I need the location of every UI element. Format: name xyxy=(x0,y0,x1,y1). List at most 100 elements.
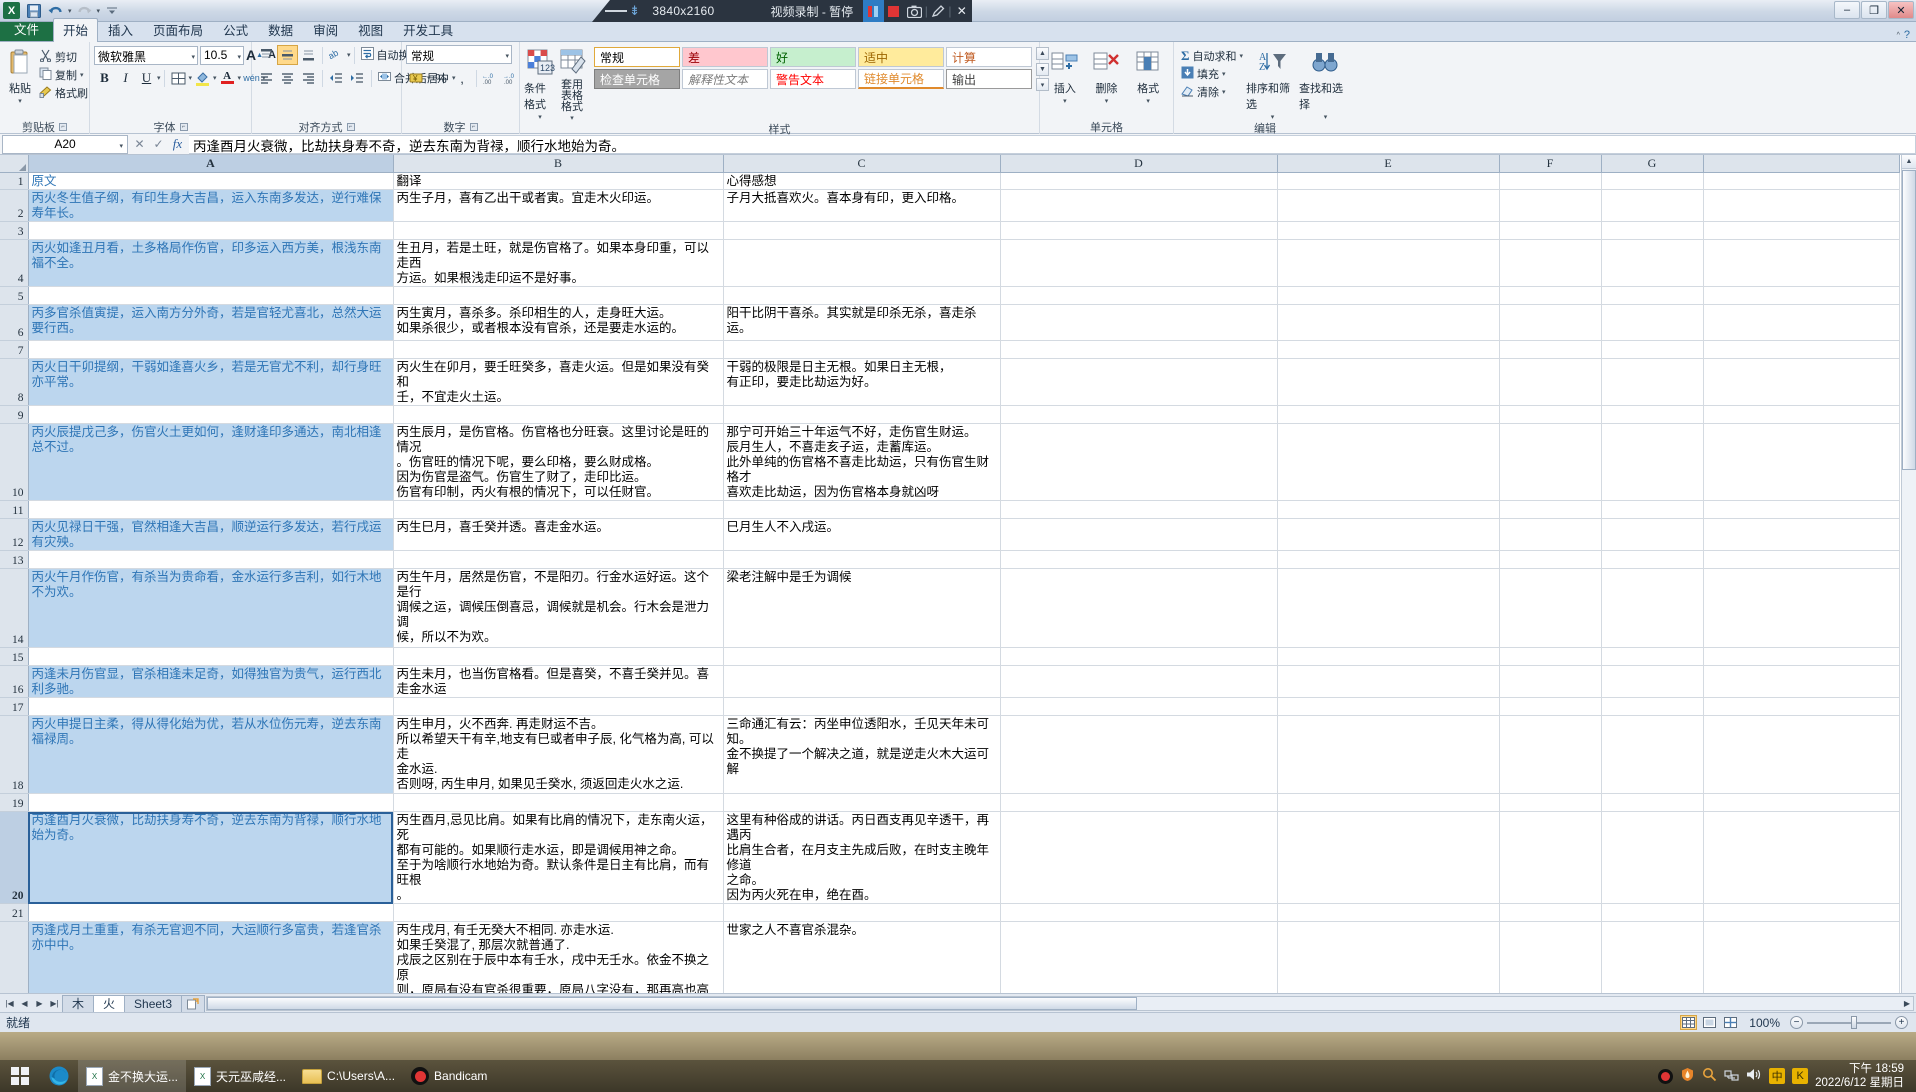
taskbar-item-bandicam[interactable]: Bandicam xyxy=(403,1060,495,1092)
row-header-22[interactable]: 22 xyxy=(0,921,29,993)
cell-E5[interactable] xyxy=(1277,286,1500,305)
cell-E14[interactable] xyxy=(1277,568,1500,648)
cell-style-neutral[interactable]: 适中 xyxy=(858,47,944,67)
cell-F11[interactable] xyxy=(1499,500,1602,519)
cell-A3[interactable] xyxy=(28,221,394,240)
cell-C8[interactable]: 干弱的极限是日主无根。如果日主无根， 有正印，要走比劫运为好。 xyxy=(723,358,1001,406)
autosum-button[interactable]: Σ 自动求和 ▾ xyxy=(1178,47,1246,65)
cell-A21[interactable] xyxy=(28,903,394,922)
row-header-12[interactable]: 12 xyxy=(0,518,29,551)
cell-G19[interactable] xyxy=(1601,793,1704,812)
cut-button[interactable]: 剪切 xyxy=(36,48,91,66)
cell-E6[interactable] xyxy=(1277,304,1500,341)
insert-cells-button[interactable]: 插入 ▾ xyxy=(1044,45,1086,105)
cell-E1[interactable] xyxy=(1277,172,1500,190)
cell-C2[interactable]: 子月大抵喜欢火。喜本身有印，更入印格。 xyxy=(723,189,1001,222)
row-header-6[interactable]: 6 xyxy=(0,304,29,341)
cell-F20[interactable] xyxy=(1499,811,1602,904)
column-header-d[interactable]: D xyxy=(1000,155,1278,173)
bandicam-pin-icon[interactable]: ⇟ xyxy=(627,0,643,22)
cell-F6[interactable] xyxy=(1499,304,1602,341)
cell-D21[interactable] xyxy=(1000,903,1278,922)
cell-B21[interactable] xyxy=(393,903,724,922)
table-row[interactable]: 18 丙火申提日主柔，得从得化始为优，若从水位伤元寿，逆去东南福禄周。 丙生申月，火… xyxy=(0,715,1900,794)
cell-C16[interactable] xyxy=(723,665,1001,698)
align-middle-button[interactable] xyxy=(277,45,298,65)
cell-style-calculation[interactable]: 计算 xyxy=(946,47,1032,67)
paste-button[interactable]: 粘贴 ▾ xyxy=(4,45,36,105)
sheet-nav-buttons[interactable]: |◀ ◀ ▶ ▶| xyxy=(0,996,62,1011)
cell-F10[interactable] xyxy=(1499,423,1602,501)
row-header-7[interactable]: 7 xyxy=(0,340,29,359)
bandicam-pause-button[interactable] xyxy=(863,0,884,22)
cell-E22[interactable] xyxy=(1277,921,1500,993)
cell-E20[interactable] xyxy=(1277,811,1500,904)
cell-C9[interactable] xyxy=(723,405,1001,424)
table-row[interactable]: 12 丙火见禄日干强，官然相逢大吉昌，顺逆运行多发达，若行戌运有灾殃。 丙生巳月，喜… xyxy=(0,518,1900,551)
cell-D17[interactable] xyxy=(1000,697,1278,716)
table-row[interactable]: 17 xyxy=(0,697,1900,716)
horizontal-scrollbar[interactable]: ▶ xyxy=(206,995,1914,1011)
cell-B18[interactable]: 丙生申月，火不西奔. 再走财运不吉。 所以希望天干有辛,地支有巳或者申子辰, 化… xyxy=(393,715,724,794)
taskbar-item-explorer[interactable]: C:\Users\A... xyxy=(294,1060,403,1092)
cell-G3[interactable] xyxy=(1601,221,1704,240)
cell-F1[interactable] xyxy=(1499,172,1602,190)
clear-dropdown-icon[interactable]: ▾ xyxy=(1222,88,1226,96)
alignment-dialog-launcher[interactable]: ⌐ xyxy=(346,123,355,131)
row-header-5[interactable]: 5 xyxy=(0,286,29,305)
column-header-g[interactable]: G xyxy=(1601,155,1704,173)
cell-G13[interactable] xyxy=(1601,550,1704,569)
cell-A14[interactable]: 丙火午月作伤官，有杀当为贵命看，金水运行多吉利，如行木地不为欢。 xyxy=(28,568,394,648)
cell-C11[interactable] xyxy=(723,500,1001,519)
format-cells-dropdown-icon[interactable]: ▾ xyxy=(1146,97,1150,105)
cell-D20[interactable] xyxy=(1000,811,1278,904)
cell-B20[interactable]: 丙生酉月,忌见比肩。如果有比肩的情况下，走东南火运，死 都有可能的。如果顺行走水… xyxy=(393,811,724,904)
taskbar-item-excel-2[interactable]: X 天元巫咸经... xyxy=(186,1060,294,1092)
cell-C17[interactable] xyxy=(723,697,1001,716)
number-format-dropdown-icon[interactable]: ▾ xyxy=(505,52,509,60)
delete-cells-button[interactable]: 删除 ▾ xyxy=(1086,45,1128,105)
row-header-13[interactable]: 13 xyxy=(0,550,29,569)
normal-view-button[interactable] xyxy=(1680,1015,1698,1030)
cell-A11[interactable] xyxy=(28,500,394,519)
table-row[interactable]: 13 xyxy=(0,550,1900,569)
fill-dropdown-icon[interactable]: ▾ xyxy=(1222,70,1226,78)
cell-G4[interactable] xyxy=(1601,239,1704,287)
table-row[interactable]: 16 丙逢未月伤官显，官杀相逢未足奇，如得独官为贵气，运行西北利多驰。 丙生未月，也… xyxy=(0,665,1900,698)
zoom-level[interactable]: 100% xyxy=(1743,1016,1786,1030)
cell-B14[interactable]: 丙生午月，居然是伤官，不是阳刃。行金水运好运。这个是行 调候之运，调候压倒喜忌，… xyxy=(393,568,724,648)
table-row[interactable]: 7 xyxy=(0,340,1900,359)
help-icon[interactable]: ? xyxy=(1904,29,1910,41)
cell-E9[interactable] xyxy=(1277,405,1500,424)
system-tray[interactable]: 中 K 下午 18:59 2022/6/12 星期日 xyxy=(1652,1060,1916,1092)
cell-F22[interactable] xyxy=(1499,921,1602,993)
cell-D2[interactable] xyxy=(1000,189,1278,222)
sheet-tab-mu[interactable]: 木 xyxy=(62,994,95,1012)
orientation-button[interactable]: ab xyxy=(326,45,347,65)
sheet-tab-bar[interactable]: |◀ ◀ ▶ ▶| 木 火 Sheet3 ▶ xyxy=(0,993,1916,1012)
column-header-row[interactable]: A B C D E F G xyxy=(0,155,1900,173)
cell-E11[interactable] xyxy=(1277,500,1500,519)
cell-A4[interactable]: 丙火如逢丑月看，土多格局作伤官，印多运入西方美，根浅东南福不全。 xyxy=(28,239,394,287)
table-row[interactable]: 2 丙火冬生值子纲，有印生身大吉昌，运入东南多发达，逆行难保寿年长。 丙生子月，喜有… xyxy=(0,189,1900,222)
table-row[interactable]: 8 丙火日干卯提纲，干弱如逢喜火乡，若是无官尤不利，却行身旺亦平常。 丙火生在卯月，… xyxy=(0,358,1900,406)
cell-A5[interactable] xyxy=(28,286,394,305)
cell-G16[interactable] xyxy=(1601,665,1704,698)
row-header-1[interactable]: 1 xyxy=(0,172,29,190)
cell-D15[interactable] xyxy=(1000,647,1278,666)
cell-E2[interactable] xyxy=(1277,189,1500,222)
zoom-out-button[interactable]: − xyxy=(1790,1016,1803,1029)
last-sheet-icon[interactable]: ▶| xyxy=(47,996,62,1011)
ime-tool-icon[interactable]: K xyxy=(1792,1068,1809,1084)
table-row[interactable]: 1 原文 翻译 心得感想 xyxy=(0,172,1900,190)
network-icon[interactable] xyxy=(1724,1067,1739,1085)
number-format-select[interactable]: 常规 ▾ xyxy=(406,45,512,64)
cell-style-output[interactable]: 输出 xyxy=(946,69,1032,89)
underline-button[interactable]: U xyxy=(136,68,157,88)
cell-G20[interactable] xyxy=(1601,811,1704,904)
first-sheet-icon[interactable]: |◀ xyxy=(2,996,17,1011)
tab-data[interactable]: 数据 xyxy=(258,19,303,41)
find-select-button[interactable]: 查找和选择 ▾ xyxy=(1299,45,1352,121)
taskbar[interactable]: X 金不换大运... X 天元巫咸经... C:\Users\A... Band… xyxy=(0,1060,1916,1092)
font-size-dropdown-icon[interactable]: ▾ xyxy=(237,53,241,61)
